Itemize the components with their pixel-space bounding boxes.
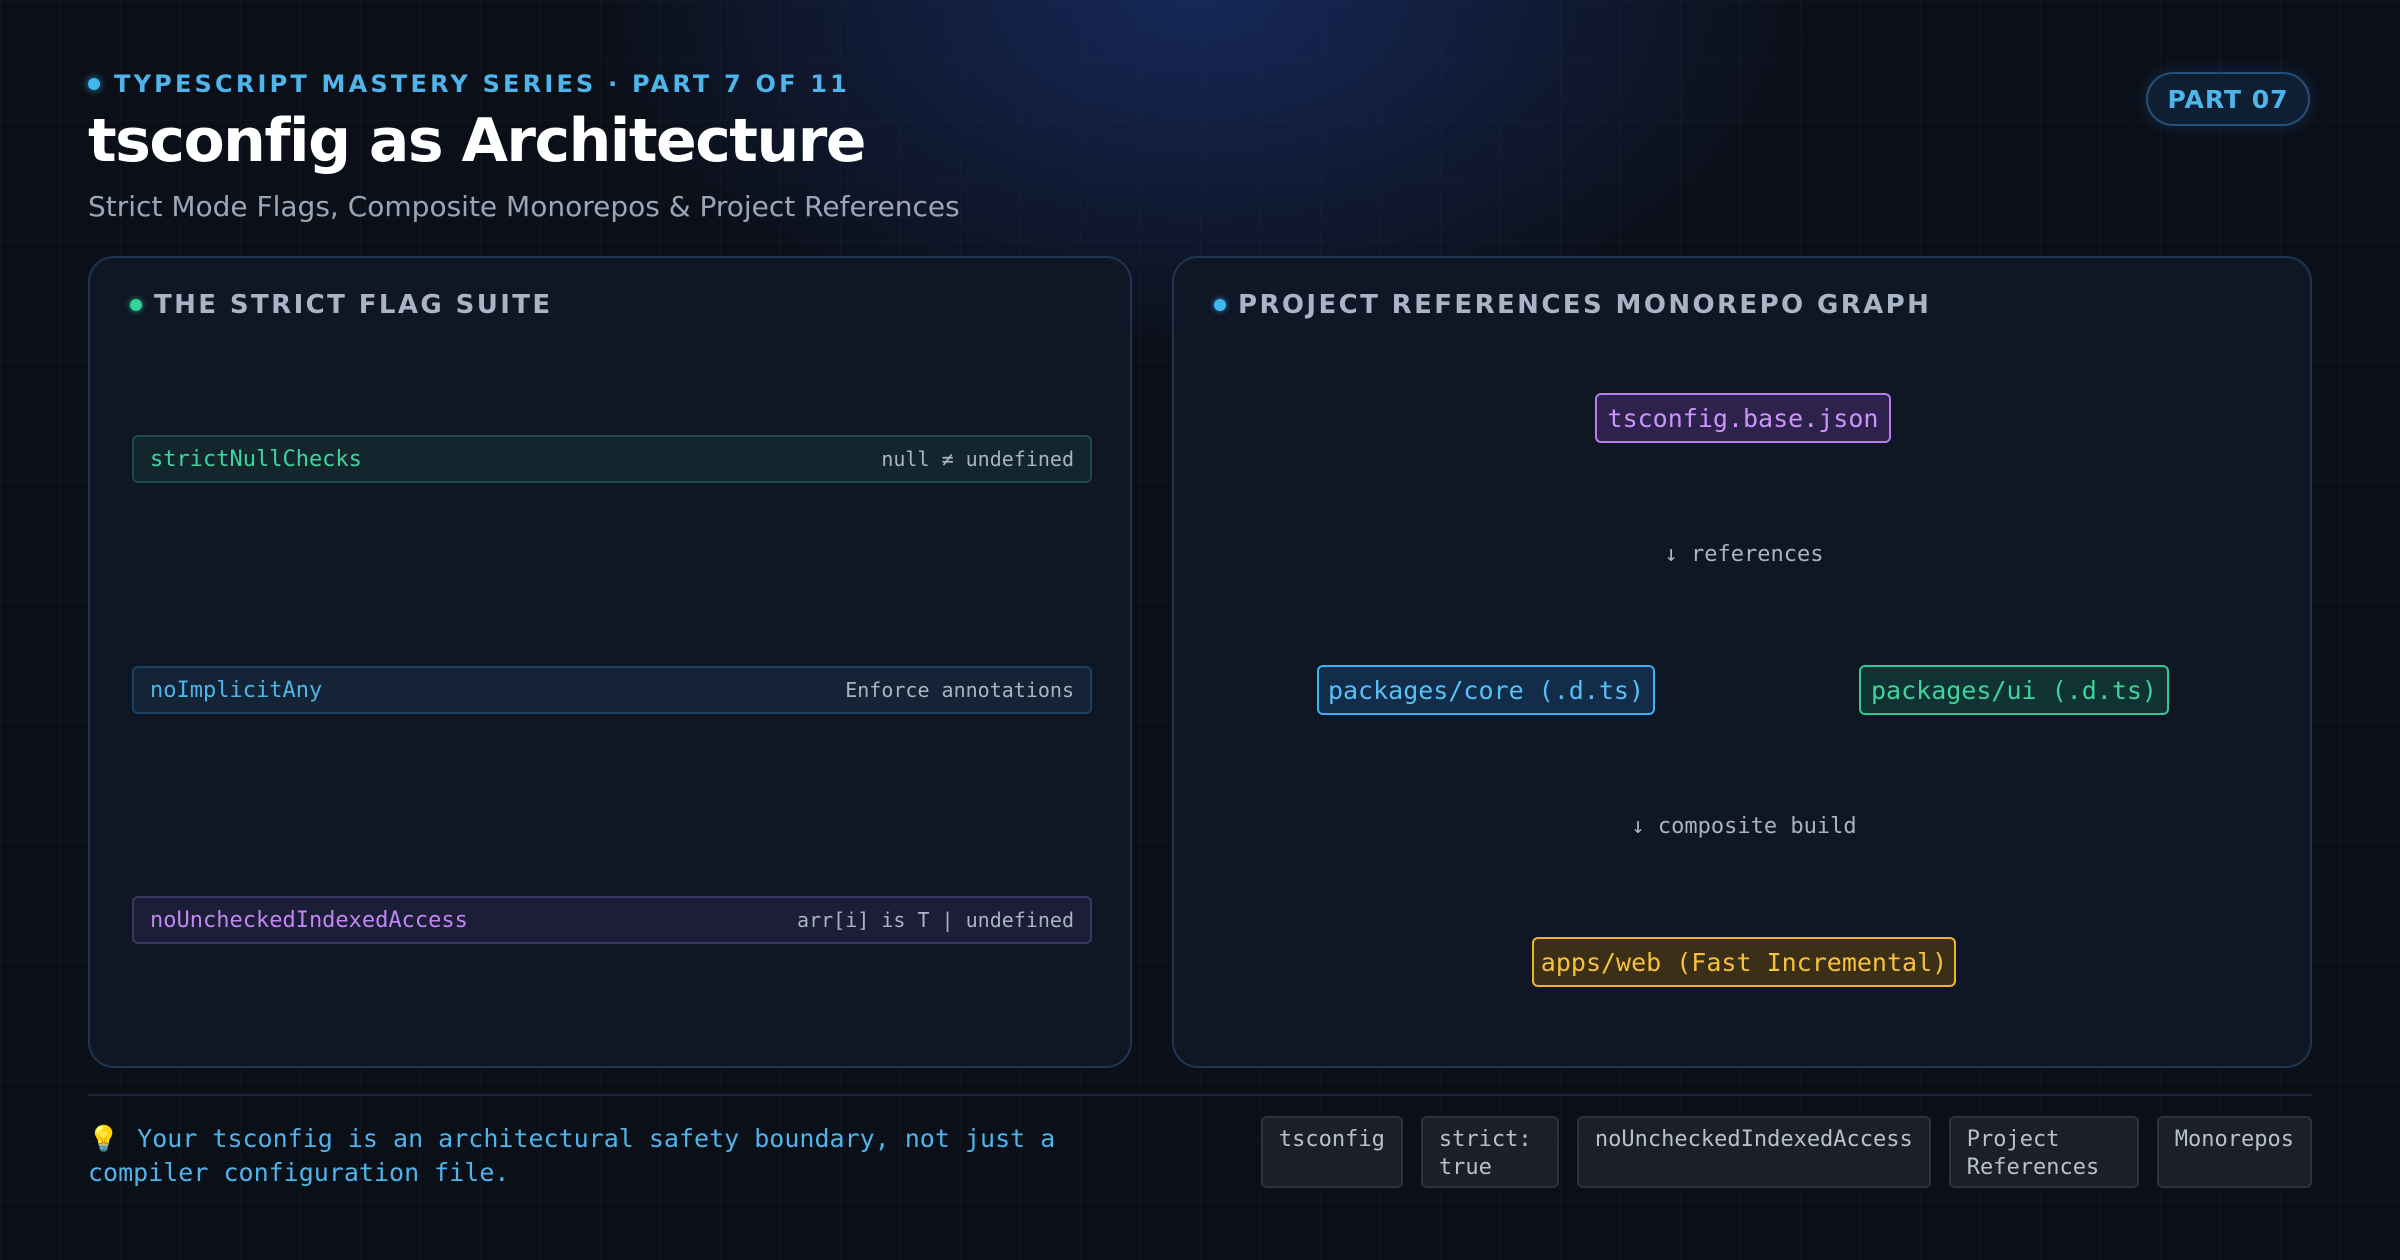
tag-list: tsconfig strict: true noUncheckedIndexed… <box>1260 1116 2312 1188</box>
flag-note: arr[i] is T | undefined <box>797 908 1074 932</box>
series-kicker: TYPESCRIPT MASTERY SERIES · PART 7 OF 11 <box>88 70 850 98</box>
blue-dot-icon <box>1214 299 1226 311</box>
footer-divider <box>88 1094 2312 1096</box>
node-packages-core: packages/core (.d.ts) <box>1317 665 1655 715</box>
flag-name: noImplicitAny <box>150 677 323 703</box>
flag-no-unchecked-indexed-access: noUncheckedIndexedAccess arr[i] is T | u… <box>132 896 1092 944</box>
tag-chip: tsconfig <box>1260 1116 1403 1188</box>
flag-note: Enforce annotations <box>845 678 1074 702</box>
panel-title-text: THE STRICT FLAG SUITE <box>154 290 553 320</box>
flag-no-implicit-any: noImplicitAny Enforce annotations <box>132 666 1092 714</box>
green-dot-icon <box>130 299 142 311</box>
node-apps-web: apps/web (Fast Incremental) <box>1532 937 1956 987</box>
page-title: tsconfig as Architecture <box>88 106 867 176</box>
callout-text: Your tsconfig is an architectural safety… <box>88 1124 1056 1187</box>
flag-name: noUncheckedIndexedAccess <box>150 907 468 933</box>
edge-label-references: ↓ references <box>1664 542 1824 567</box>
monorepo-graph-panel-title: PROJECT REFERENCES MONOREPO GRAPH <box>1214 290 1931 320</box>
kicker-dot-icon <box>88 78 100 90</box>
tag-chip: noUncheckedIndexedAccess <box>1576 1116 1931 1188</box>
tag-chip: strict: true <box>1420 1116 1559 1188</box>
kicker-text: TYPESCRIPT MASTERY SERIES · PART 7 OF 11 <box>114 70 851 98</box>
panel-title-text: PROJECT REFERENCES MONOREPO GRAPH <box>1238 290 1932 320</box>
page-subtitle: Strict Mode Flags, Composite Monorepos &… <box>88 190 960 223</box>
monorepo-graph-panel: PROJECT REFERENCES MONOREPO GRAPH tsconf… <box>1172 256 2312 1068</box>
edge-label-composite-build: ↓ composite build <box>1631 814 1857 839</box>
lightbulb-icon: 💡 <box>88 1124 120 1153</box>
flag-strict-null-checks: strictNullChecks null ≠ undefined <box>132 435 1092 483</box>
part-badge: PART 07 <box>2146 72 2310 126</box>
flag-note: null ≠ undefined <box>881 447 1074 471</box>
node-tsconfig-base: tsconfig.base.json <box>1595 393 1891 443</box>
strict-flag-panel-title: THE STRICT FLAG SUITE <box>130 290 553 320</box>
flag-name: strictNullChecks <box>150 446 362 472</box>
strict-flag-panel: THE STRICT FLAG SUITE strictNullChecks n… <box>88 256 1132 1068</box>
tag-chip: Project References <box>1948 1116 2139 1188</box>
tag-chip: Monorepos <box>2156 1116 2312 1188</box>
callout: 💡 Your tsconfig is an architectural safet… <box>88 1122 1188 1190</box>
node-packages-ui: packages/ui (.d.ts) <box>1859 665 2169 715</box>
